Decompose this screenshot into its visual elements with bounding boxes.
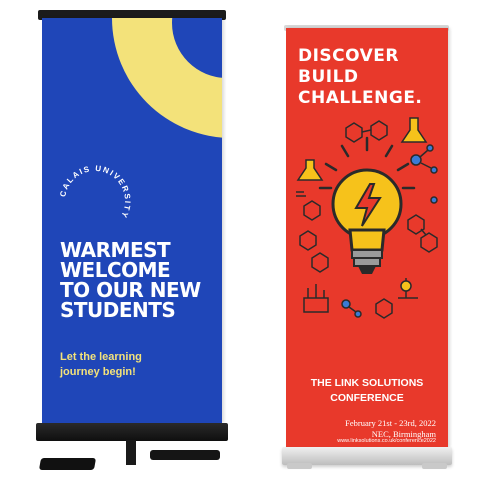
banner-foot [422,463,447,469]
blue-banner-panel: CALAIS UNIVERSITY WARMEST WELCOME TO OUR… [42,18,222,423]
conference-title: THE LINK SOLUTIONS CONFERENCE [286,376,448,406]
conference-title-line: CONFERENCE [330,392,404,404]
welcome-headline: WARMEST WELCOME TO OUR NEW STUDENTS [60,240,222,320]
lightbulb-icon [296,117,438,319]
discover-headline: DISCOVER BUILD CHALLENGE. [298,46,448,109]
conference-details: February 21st - 23rd, 2022 NEC, Birmingh… [286,418,436,440]
subline-line: Let the learning [60,351,142,363]
red-banner-panel: DISCOVER BUILD CHALLENGE. THE LINK SOLUT… [286,28,448,448]
headline-line: DISCOVER [298,46,400,66]
banner-foot [287,463,312,469]
headline-line: WELCOME [60,258,171,282]
banner-foot [38,458,97,470]
banner-foot [150,450,220,460]
headline-line: STUDENTS [60,298,176,322]
conference-date: February 21st - 23rd, 2022 [345,418,436,428]
headline-line: WARMEST [60,238,171,262]
subline-line: journey begin! [60,366,136,378]
welcome-subline: Let the learning journey begin! [60,350,220,380]
banner-base-cassette [36,423,228,441]
bulb-shape [331,168,403,274]
conference-title-line: THE LINK SOLUTIONS [310,377,424,389]
headline-line: TO OUR NEW [60,278,201,302]
headline-line: BUILD [298,67,359,87]
headline-line: CHALLENGE. [298,88,423,108]
banner-base-stem [126,440,136,465]
product-photo-scene: CALAIS UNIVERSITY WARMEST WELCOME TO OUR… [0,0,500,500]
red-rollup-banner-stand: DISCOVER BUILD CHALLENGE. THE LINK SOLUT… [282,10,452,480]
university-ring-text: CALAIS UNIVERSITY [58,164,132,220]
blue-rollup-banner-stand: CALAIS UNIVERSITY WARMEST WELCOME TO OUR… [30,10,235,480]
conference-url: www.linksolutions.co.uk/conference2022 [337,438,436,444]
university-ring-logo: CALAIS UNIVERSITY [58,164,132,220]
